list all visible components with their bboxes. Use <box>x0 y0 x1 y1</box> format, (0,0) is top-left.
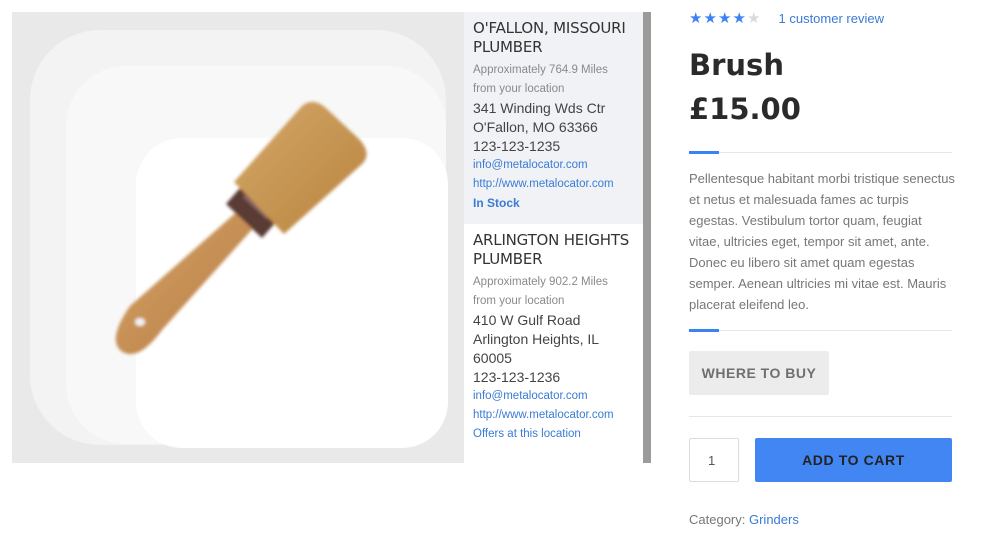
location-email-link[interactable]: info@metalocator.com <box>473 156 634 175</box>
location-address: Arlington Heights, IL <box>473 331 600 347</box>
locator-scrollbar[interactable] <box>643 12 651 463</box>
star-icon: ★ <box>689 10 703 27</box>
location-card[interactable]: ARLINGTON HEIGHTS PLUMBER Approximately … <box>464 224 643 456</box>
location-distance: Approximately 764.9 Miles from your loca… <box>473 64 608 95</box>
where-to-buy-button[interactable]: WHERE TO BUY <box>689 351 829 395</box>
product-category: Category: Grinders <box>689 512 799 527</box>
customer-review-link[interactable]: 1 customer review <box>779 11 884 26</box>
divider-accent <box>689 151 719 154</box>
product-title: Brush <box>689 48 784 82</box>
star-icon: ★ <box>703 10 717 27</box>
quantity-input[interactable] <box>689 438 739 482</box>
category-label: Category: <box>689 512 749 527</box>
location-address: O'Fallon, MO 63366 <box>473 119 598 135</box>
location-title: O'FALLON, MISSOURI PLUMBER <box>473 19 626 56</box>
divider <box>689 416 952 417</box>
product-price: £15.00 <box>689 92 801 126</box>
location-stock-status: In Stock <box>473 196 520 210</box>
divider <box>689 329 952 332</box>
location-offers-link[interactable]: Offers at this location <box>473 425 634 444</box>
location-phone: 123-123-1235 <box>473 138 561 154</box>
divider <box>689 151 952 154</box>
location-phone: 123-123-1236 <box>473 369 561 385</box>
category-link[interactable]: Grinders <box>749 512 799 527</box>
location-address: 341 Winding Wds Ctr <box>473 100 606 116</box>
location-email-link[interactable]: info@metalocator.com <box>473 387 634 406</box>
location-address: 60005 <box>473 350 512 366</box>
location-title: ARLINGTON HEIGHTS PLUMBER <box>473 231 630 268</box>
store-locator-panel[interactable]: O'FALLON, MISSOURI PLUMBER Approximately… <box>464 12 651 463</box>
location-card[interactable]: O'FALLON, MISSOURI PLUMBER Approximately… <box>464 12 643 224</box>
divider-accent <box>689 329 719 332</box>
add-to-cart-button[interactable]: ADD TO CART <box>755 438 952 482</box>
product-image[interactable] <box>12 12 464 463</box>
star-icon: ★ <box>718 10 732 27</box>
location-website-link[interactable]: http://www.metalocator.com <box>473 406 634 425</box>
star-rating: ★ ★ ★ ★ ★ <box>689 10 762 27</box>
paint-brush-icon <box>115 101 367 355</box>
star-icon: ★ <box>732 10 746 27</box>
location-address: 410 W Gulf Road <box>473 312 581 328</box>
product-description: Pellentesque habitant morbi tristique se… <box>689 171 955 312</box>
location-website-link[interactable]: http://www.metalocator.com <box>473 175 634 194</box>
product-rating: ★ ★ ★ ★ ★ 1 customer review <box>689 10 884 27</box>
star-icon: ★ <box>747 10 761 27</box>
location-distance: Approximately 902.2 Miles from your loca… <box>473 276 608 307</box>
